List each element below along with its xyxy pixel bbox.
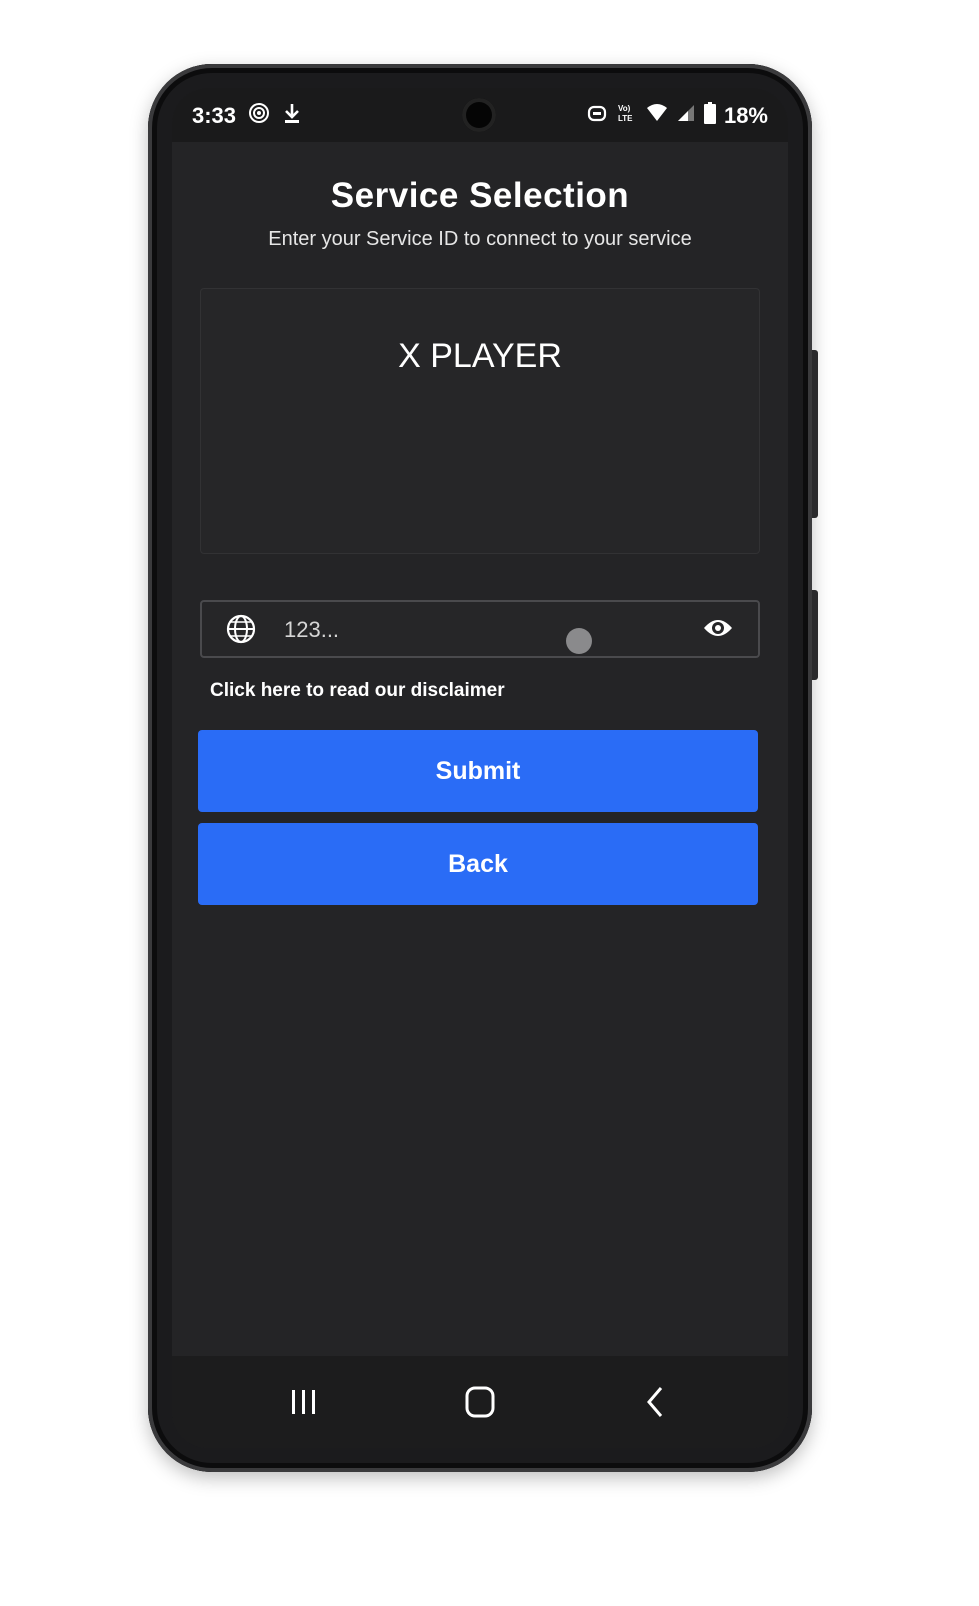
service-logo-text: X PLAYER: [398, 337, 562, 375]
hotspot-icon: [248, 102, 270, 130]
service-id-value[interactable]: 123...: [284, 617, 339, 643]
service-id-field[interactable]: 123...: [200, 600, 760, 658]
page-subtitle: Enter your Service ID to connect to your…: [268, 228, 692, 250]
service-logo-box: X PLAYER: [200, 288, 760, 554]
wifi-icon: [646, 103, 668, 129]
battery-percent: 18%: [723, 103, 768, 128]
svg-text:LTE: LTE: [618, 114, 633, 123]
back-nav-icon[interactable]: [634, 1380, 678, 1424]
status-bar: 3:33 Vo) LTE 18%: [172, 88, 788, 142]
eye-icon[interactable]: [702, 615, 734, 641]
home-icon[interactable]: [458, 1380, 502, 1424]
front-camera: [462, 98, 496, 132]
svg-text:Vo): Vo): [618, 104, 631, 113]
status-right: Vo) LTE 18%: [586, 102, 768, 130]
status-time: 3:33: [192, 103, 237, 128]
globe-icon: [226, 614, 256, 644]
power-button: [812, 590, 818, 680]
volte-icon: Vo) LTE: [616, 102, 638, 130]
screen: 3:33 Vo) LTE 18% Service Selection Enter…: [172, 88, 788, 1448]
status-left: 3:33: [192, 102, 302, 130]
disclaimer-link[interactable]: Click here to read our disclaimer: [210, 680, 505, 702]
recent-apps-icon[interactable]: [282, 1380, 326, 1424]
page-header: Service Selection Enter your Service ID …: [172, 176, 788, 251]
back-button[interactable]: Back: [198, 823, 758, 905]
battery-icon: [703, 102, 716, 130]
touch-indicator: [566, 628, 592, 654]
page-title: Service Selection: [330, 176, 630, 215]
vpn-icon: [586, 102, 608, 130]
volume-button: [812, 350, 818, 518]
phone-frame: 3:33 Vo) LTE 18% Service Selection Enter…: [148, 64, 818, 1472]
system-nav-bar: [172, 1356, 788, 1448]
submit-button[interactable]: Submit: [198, 730, 758, 812]
signal-icon: [676, 103, 696, 129]
download-icon: [282, 102, 302, 130]
